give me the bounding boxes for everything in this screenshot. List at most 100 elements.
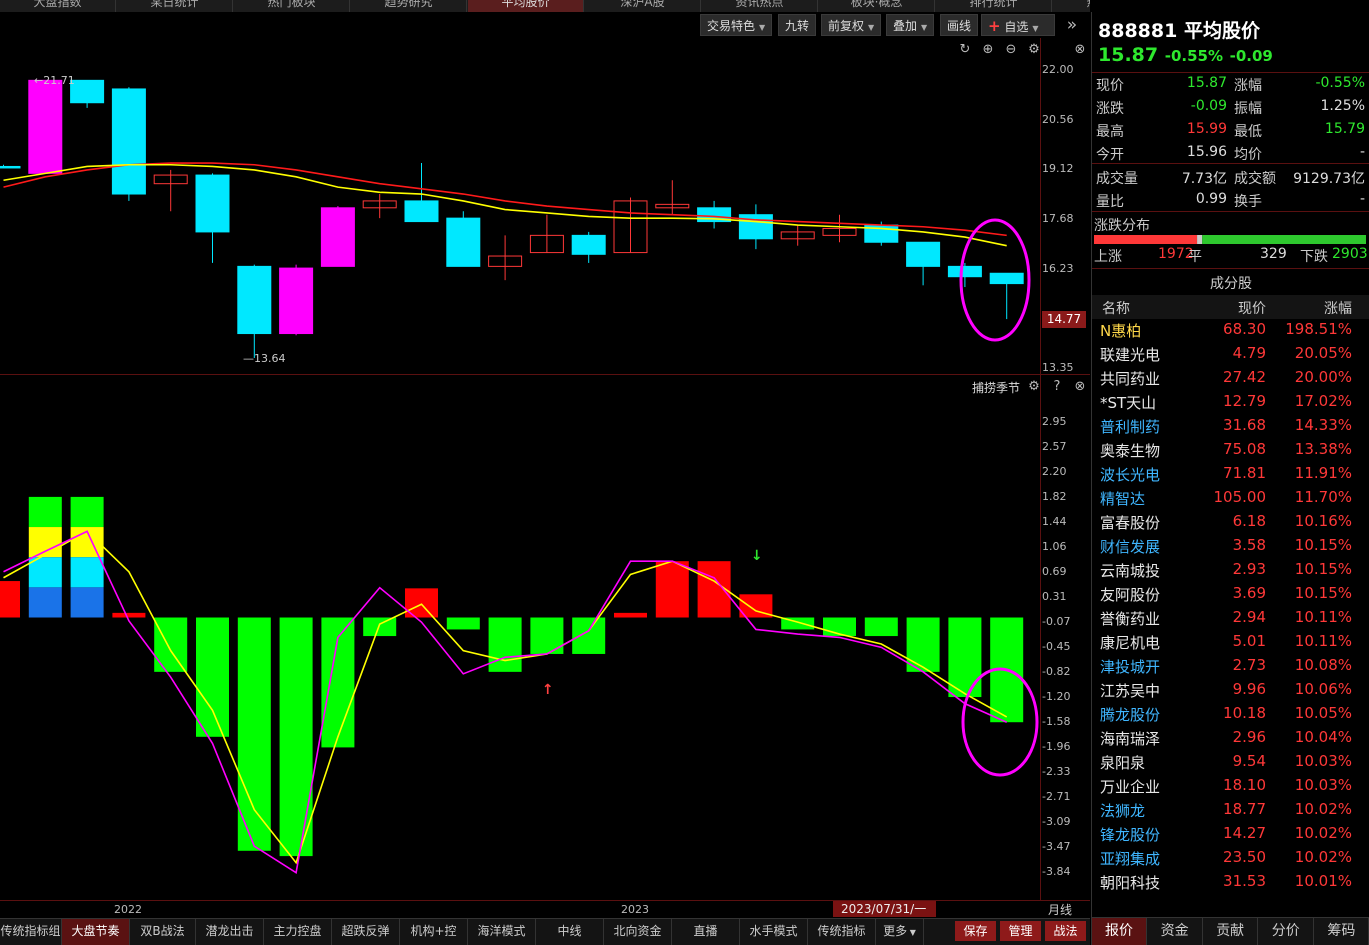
bottom-action-button[interactable]: 战法	[1045, 921, 1086, 941]
right-tab[interactable]: 分价	[1259, 918, 1314, 945]
bottom-tab[interactable]: 水手模式	[740, 919, 808, 945]
caret-down-icon: ▼	[759, 23, 766, 32]
zixuan-button[interactable]: + 自选 ▼	[981, 14, 1055, 36]
constituent-row[interactable]: 富春股份 6.18 10.16%	[1092, 510, 1369, 534]
right-tab-bar: 报价 资金 贡献 分价 筹码	[1092, 917, 1369, 945]
bottom-tab[interactable]: 传统指标组	[0, 919, 62, 945]
huaxian-button[interactable]: 画线	[940, 14, 979, 36]
y-tick-label: -1.58	[1042, 715, 1071, 729]
header-cell[interactable]: 涨幅	[1324, 298, 1352, 318]
zoom-out-icon[interactable]: ⊖	[1003, 42, 1019, 57]
top-tab[interactable]: 平均股价	[468, 0, 584, 12]
constituent-row[interactable]: 津投城开 2.73 10.08%	[1092, 654, 1369, 678]
bottom-tab[interactable]: 潜龙出击	[196, 919, 264, 945]
bottom-tab[interactable]: 直播	[672, 919, 740, 945]
bottom-tab[interactable]: 北向资金	[604, 919, 672, 945]
top-tab[interactable]: 排行统计	[936, 0, 1052, 12]
top-tab[interactable]: 热点观测	[1053, 0, 1090, 12]
jiaoyi-dropdown[interactable]: 交易特色 ▼	[700, 14, 773, 36]
top-tab[interactable]: 大盘指数	[0, 0, 116, 12]
bottom-tab[interactable]: 传统指标	[808, 919, 876, 945]
diejia-dropdown[interactable]: 叠加 ▼	[886, 14, 935, 36]
constituent-row[interactable]: 锋龙股份 14.27 10.02%	[1092, 822, 1369, 846]
bottom-tab[interactable]: 中线	[536, 919, 604, 945]
top-tab[interactable]: 深沪A股	[585, 0, 701, 12]
bottom-tab[interactable]: 更多 ▼	[876, 919, 924, 945]
pct-cell: 11.70%	[1294, 488, 1352, 506]
quote-value: 9129.73亿	[1293, 171, 1365, 187]
constituent-row[interactable]: 康尼机电 5.01 10.11%	[1092, 630, 1369, 654]
constituent-row[interactable]: 法狮龙 18.77 10.02%	[1092, 798, 1369, 822]
price-cell: 18.10	[1223, 776, 1266, 794]
constituent-row[interactable]: 亚翔集成 23.50 10.02%	[1092, 846, 1369, 870]
top-tab[interactable]: 资讯热点	[702, 0, 818, 12]
constituent-row[interactable]: 波长光电 71.81 11.91%	[1092, 462, 1369, 486]
constituent-row[interactable]: 海南瑞泽 2.96 10.04%	[1092, 726, 1369, 750]
close-icon[interactable]: ⊗	[1072, 42, 1088, 57]
constituent-row[interactable]: 朝阳科技 31.53 10.01%	[1092, 870, 1369, 894]
gear-icon[interactable]: ⚙	[1026, 42, 1042, 57]
indicator-bar	[279, 617, 313, 857]
header-cell[interactable]: 名称	[1102, 298, 1130, 318]
constituent-row[interactable]: 普利制药 31.68 14.33%	[1092, 414, 1369, 438]
y-tick-label: -2.33	[1042, 764, 1071, 778]
top-tab[interactable]: 热门板块	[234, 0, 350, 12]
top-tab[interactable]: 板块·概念	[819, 0, 935, 12]
jiuzhuan-button[interactable]: 九转	[778, 14, 817, 36]
bottom-tab[interactable]: 主力控盘	[264, 919, 332, 945]
header-cell[interactable]: 现价	[1238, 298, 1266, 318]
dist-title: 涨跌分布	[1094, 218, 1150, 234]
constituent-row[interactable]: 泉阳泉 9.54 10.03%	[1092, 750, 1369, 774]
quote-label: 涨跌	[1096, 101, 1124, 117]
price-cell: 14.27	[1223, 824, 1266, 842]
indicator-chart[interactable]: ↑ ↓	[0, 376, 1090, 898]
stock-name-cell: *ST天山	[1100, 394, 1157, 412]
constituent-row[interactable]: 万业企业 18.10 10.03%	[1092, 774, 1369, 798]
bottom-tab[interactable]: 双B战法	[130, 919, 196, 945]
candlestick-chart[interactable]: ←21.71 —13.64	[0, 38, 1090, 373]
constituent-row[interactable]: 共同药业 27.42 20.00%	[1092, 366, 1369, 390]
stock-name-cell: 海南瑞泽	[1100, 730, 1161, 748]
double-chevron-right-icon[interactable]: »	[1064, 15, 1080, 35]
period-selector[interactable]: 月线	[1048, 901, 1072, 918]
right-tab[interactable]: 资金	[1148, 918, 1203, 945]
bottom-action-button[interactable]: 管理	[1000, 921, 1041, 941]
stock-name-cell: 奥泰生物	[1100, 442, 1161, 460]
candle-body	[404, 200, 439, 223]
constituent-row[interactable]: 精智达 105.00 11.70%	[1092, 486, 1369, 510]
top-tab[interactable]: 某日统计	[117, 0, 233, 12]
bottom-tab[interactable]: 超跌反弹	[332, 919, 400, 945]
quote-label: 今开	[1096, 147, 1124, 163]
right-tab[interactable]: 贡献	[1203, 918, 1259, 945]
constituent-row[interactable]: *ST天山 12.79 17.02%	[1092, 390, 1369, 414]
constituent-row[interactable]: 江苏吴中 9.96 10.06%	[1092, 678, 1369, 702]
candle-body	[28, 79, 63, 174]
bottom-action-button[interactable]: 保存	[955, 921, 996, 941]
bottom-tab-label: 水手模式	[749, 924, 798, 938]
qianfuquan-dropdown[interactable]: 前复权 ▼	[821, 14, 882, 36]
zoom-in-icon[interactable]: ⊕	[980, 42, 996, 57]
constituent-row[interactable]: 友阿股份 3.69 10.15%	[1092, 582, 1369, 606]
indicator-line-magenta	[3, 530, 1008, 874]
y-tick-label: 1.82	[1042, 489, 1067, 503]
x-tick-2023: 2023	[621, 903, 649, 916]
arrow-up-icon: ↑	[542, 682, 554, 698]
refresh-icon[interactable]: ↻	[957, 42, 973, 57]
right-tab[interactable]: 报价	[1092, 918, 1147, 945]
top-tab-strip: 大盘指数某日统计热门板块趋势研究平均股价深沪A股资讯热点板块·概念排行统计热点观…	[0, 0, 1090, 12]
constituent-row[interactable]: 云南城投 2.93 10.15%	[1092, 558, 1369, 582]
constituent-row[interactable]: 财信发展 3.58 10.15%	[1092, 534, 1369, 558]
indicator-bar	[614, 612, 647, 618]
right-tab[interactable]: 筹码	[1314, 918, 1369, 945]
constituent-row[interactable]: N惠柏 68.30 198.51%	[1092, 318, 1369, 342]
top-tab[interactable]: 趋势研究	[351, 0, 467, 12]
bottom-tab[interactable]: 机构+控盘...	[400, 919, 468, 945]
constituent-row[interactable]: 奥泰生物 75.08 13.38%	[1092, 438, 1369, 462]
price-cell: 2.93	[1232, 560, 1266, 578]
bottom-tab-label: 中线	[557, 924, 582, 938]
bottom-tab[interactable]: 海洋模式	[468, 919, 536, 945]
constituent-row[interactable]: 腾龙股份 10.18 10.05%	[1092, 702, 1369, 726]
bottom-tab[interactable]: 大盘节奏	[62, 919, 130, 945]
constituent-row[interactable]: 联建光电 4.79 20.05%	[1092, 342, 1369, 366]
constituent-row[interactable]: 誉衡药业 2.94 10.11%	[1092, 606, 1369, 630]
